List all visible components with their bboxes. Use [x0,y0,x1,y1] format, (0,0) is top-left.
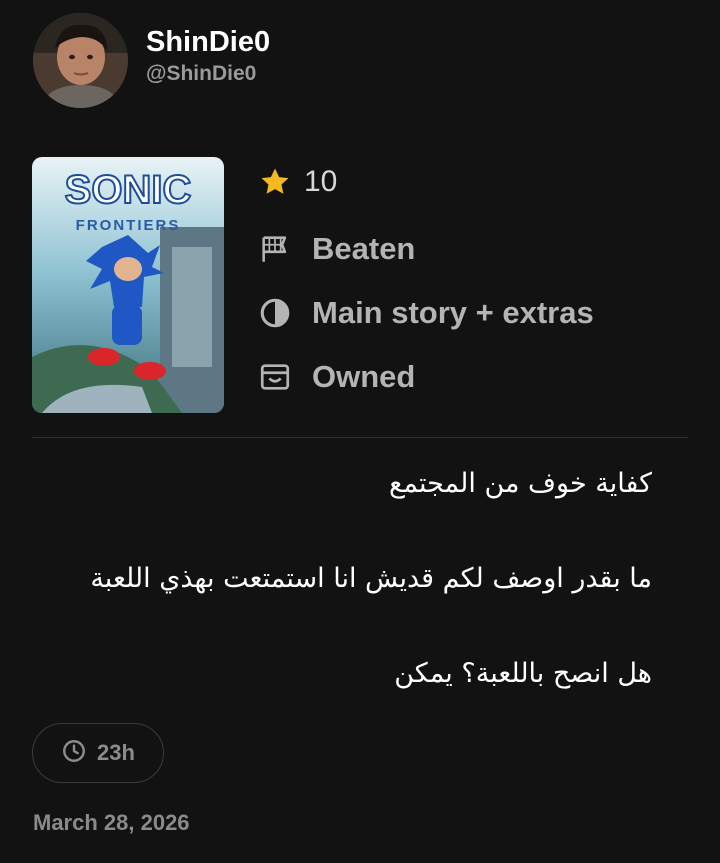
game-stats: 10 Beaten Main story + extras Owned [258,155,594,409]
divider [32,437,688,438]
flag-icon [258,231,294,267]
user-handle: @ShinDie0 [146,61,257,85]
review-line: هل انصح باللعبة؟ يمكن [394,658,652,689]
review-text: كفاية خوف من المجتمع ما بقدر اوصف لكم قد… [32,460,652,698]
status-label: Beaten [312,231,416,266]
status-row: Beaten [258,217,594,281]
review-line: كفاية خوف من المجتمع [388,468,652,499]
review-line: ما بقدر اوصف لكم قديش انا استمتعت بهذي ا… [90,563,652,594]
playtime-label: 23h [97,740,135,765]
archive-box-icon [258,359,294,395]
avatar[interactable] [33,13,128,108]
rating-row: 10 [258,155,594,209]
user-header[interactable]: ShinDie0 @ShinDie0 [33,13,270,108]
half-circle-icon [258,295,294,331]
cover-title: SONIC [65,168,192,212]
cover-subtitle: FRONTIERS [76,217,181,234]
ownership-row: Owned [258,345,594,409]
entry-date: March 28, 2026 [33,810,190,835]
game-cover[interactable]: SONIC FRONTIERS [32,157,224,413]
ownership-label: Owned [312,359,416,394]
playtime-chip[interactable]: 23h [32,723,164,783]
star-icon [258,164,294,200]
rating-value: 10 [304,165,338,198]
clock-icon [61,738,87,769]
completion-row: Main story + extras [258,281,594,345]
completion-label: Main story + extras [312,295,594,330]
display-name[interactable]: ShinDie0 [146,24,270,60]
